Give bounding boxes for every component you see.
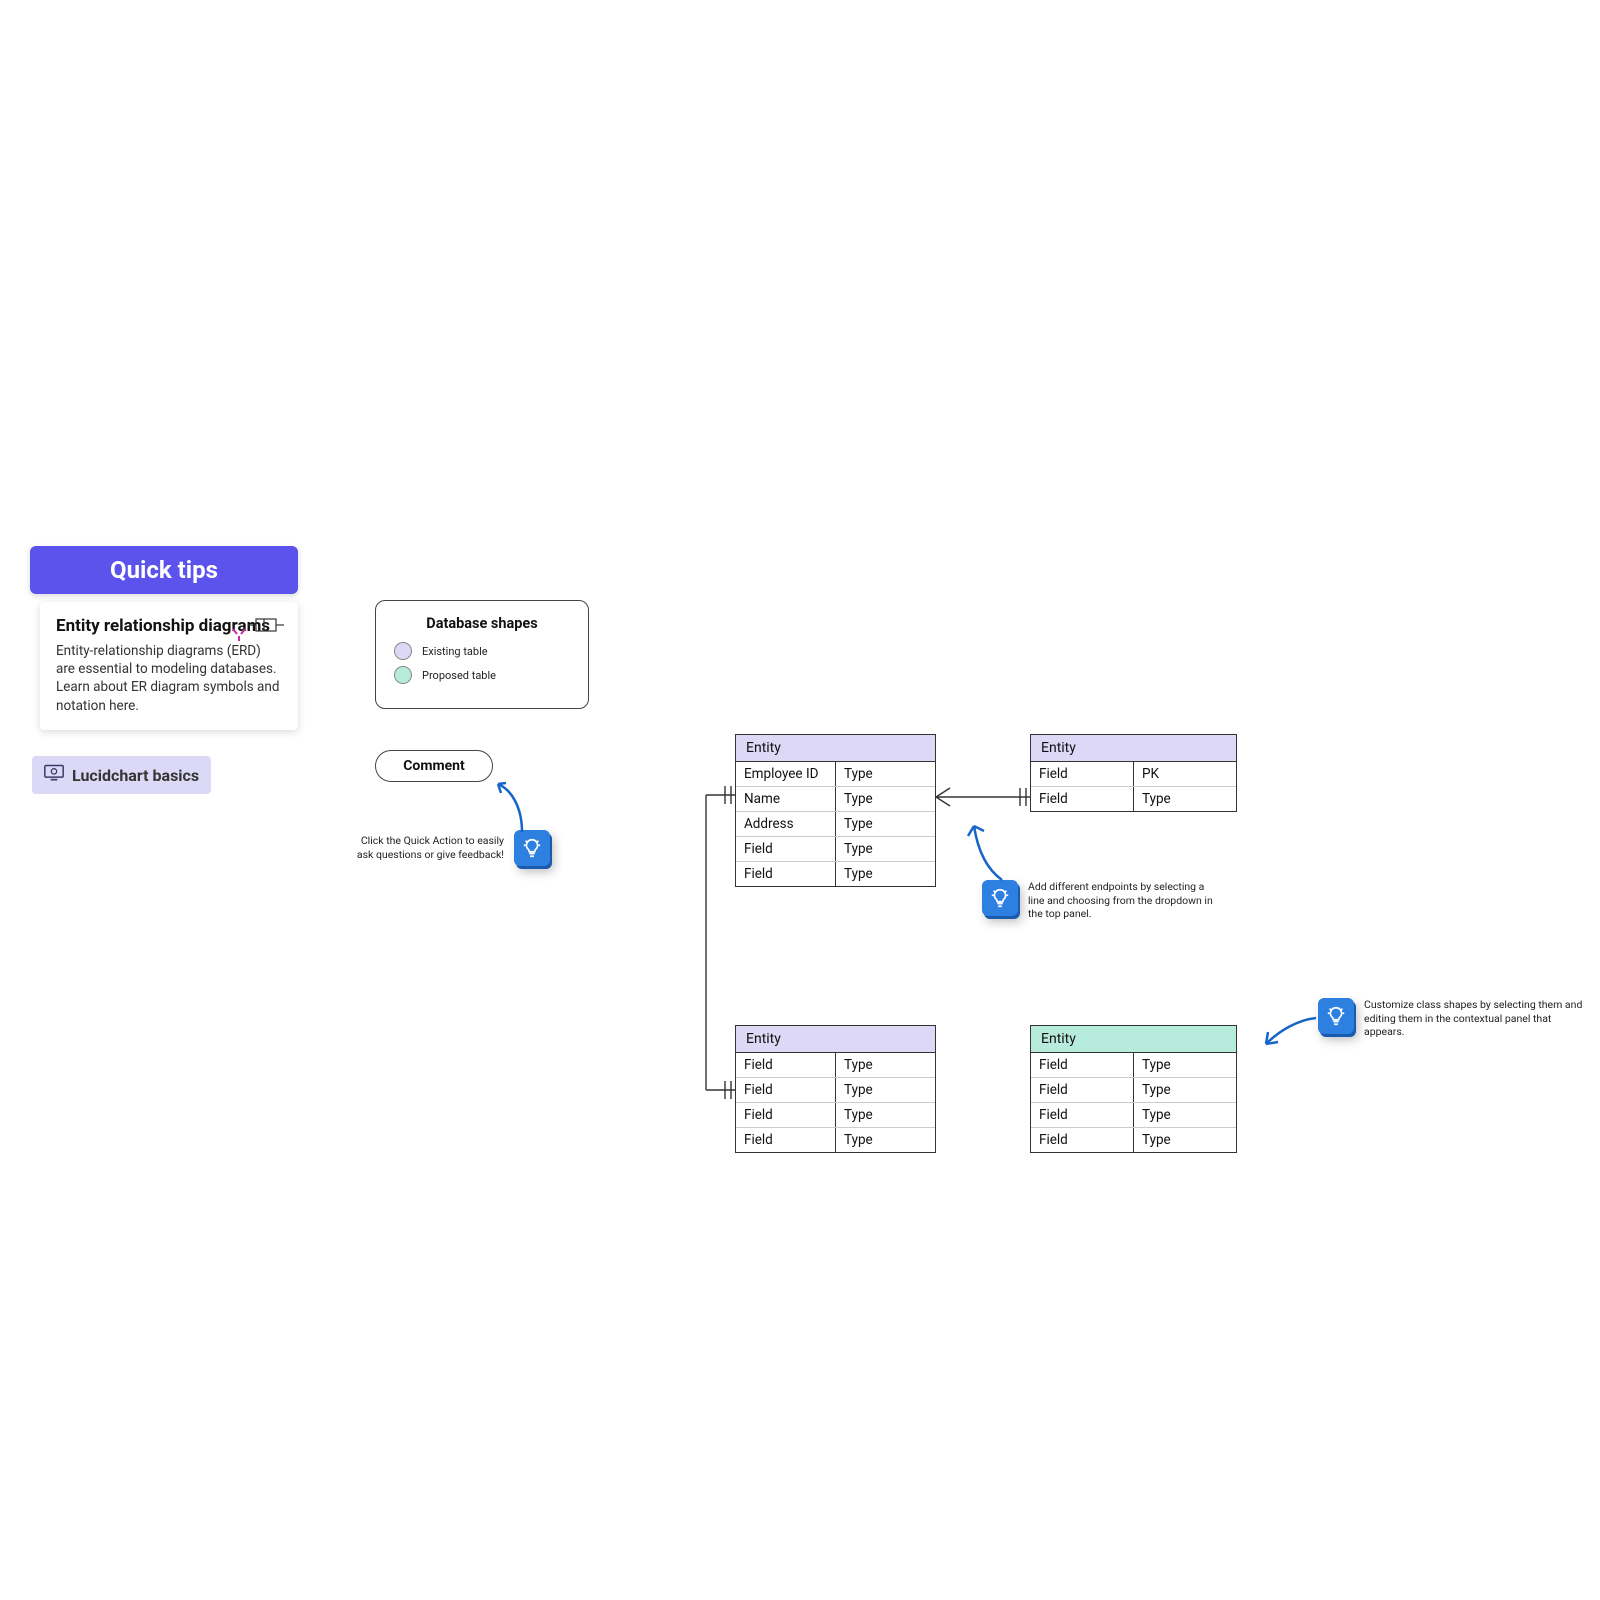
legend-proposed-label: Proposed table	[422, 669, 496, 682]
monitor-icon	[44, 764, 64, 786]
entity-table-4[interactable]: Entity FieldType FieldType FieldType Fie…	[1030, 1025, 1237, 1153]
table-row: FieldType	[736, 1127, 935, 1152]
table-row: FieldPK	[1031, 762, 1236, 786]
entity-4-title: Entity	[1031, 1026, 1236, 1053]
tip-card-body: Entity-relationship diagrams (ERD) are e…	[56, 642, 282, 715]
diagram-canvas[interactable]: Quick tips Entity relationship diagrams …	[0, 0, 1600, 1600]
legend-row-proposed: Proposed table	[394, 666, 570, 684]
lucidchart-basics-label: Lucidchart basics	[72, 766, 199, 785]
table-row: FieldType	[1031, 1053, 1236, 1077]
table-row: FieldType	[736, 836, 935, 861]
lightbulb-icon	[982, 880, 1018, 916]
tip-customize: Customize class shapes by selecting them…	[1318, 998, 1588, 1039]
tip-endpoints: Add different endpoints by selecting a l…	[982, 880, 1242, 921]
entity-1-title: Entity	[736, 735, 935, 762]
lightbulb-icon	[1318, 998, 1354, 1034]
sparkle-icon	[230, 626, 248, 648]
comment-button[interactable]: Comment	[375, 750, 493, 782]
swatch-proposed-icon	[394, 666, 412, 684]
entity-2-title: Entity	[1031, 735, 1236, 762]
tip-endpoints-text: Add different endpoints by selecting a l…	[1028, 880, 1223, 921]
entity-table-1[interactable]: Entity Employee IDType NameType AddressT…	[735, 734, 936, 887]
quick-tips-header-label: Quick tips	[110, 556, 218, 584]
table-row: FieldType	[736, 1077, 935, 1102]
lucidchart-basics-chip[interactable]: Lucidchart basics	[32, 756, 211, 794]
legend-row-existing: Existing table	[394, 642, 570, 660]
legend-existing-label: Existing table	[422, 645, 488, 658]
table-row: FieldType	[736, 1053, 935, 1077]
entity-table-2[interactable]: Entity FieldPK FieldType	[1030, 734, 1237, 812]
table-row: FieldType	[1031, 1077, 1236, 1102]
connector-trunk[interactable]	[700, 780, 740, 1100]
tip-customize-text: Customize class shapes by selecting them…	[1364, 998, 1584, 1039]
swatch-existing-icon	[394, 642, 412, 660]
lightbulb-icon	[514, 830, 550, 866]
legend-title: Database shapes	[394, 615, 570, 632]
table-row: FieldType	[1031, 786, 1236, 811]
tip-quick-action: Click the Quick Action to easily ask que…	[322, 830, 550, 866]
quick-tips-header: Quick tips	[30, 546, 298, 594]
database-shapes-legend[interactable]: Database shapes Existing table Proposed …	[375, 600, 589, 709]
comment-button-label: Comment	[403, 758, 464, 774]
er-shape-icon	[248, 616, 284, 638]
arrow-icon	[1262, 1012, 1322, 1052]
tip-card[interactable]: Entity relationship diagrams Entity-rela…	[40, 602, 298, 730]
connector-e1-e2[interactable]	[936, 782, 1030, 812]
arrow-icon	[968, 818, 1018, 888]
table-row: Employee IDType	[736, 762, 935, 786]
tip-quick-action-text: Click the Quick Action to easily ask que…	[344, 834, 504, 861]
entity-table-3[interactable]: Entity FieldType FieldType FieldType Fie…	[735, 1025, 936, 1153]
table-row: FieldType	[1031, 1102, 1236, 1127]
arrow-icon	[492, 778, 532, 838]
table-row: FieldType	[736, 861, 935, 886]
entity-3-title: Entity	[736, 1026, 935, 1053]
table-row: FieldType	[1031, 1127, 1236, 1152]
table-row: NameType	[736, 786, 935, 811]
table-row: FieldType	[736, 1102, 935, 1127]
table-row: AddressType	[736, 811, 935, 836]
